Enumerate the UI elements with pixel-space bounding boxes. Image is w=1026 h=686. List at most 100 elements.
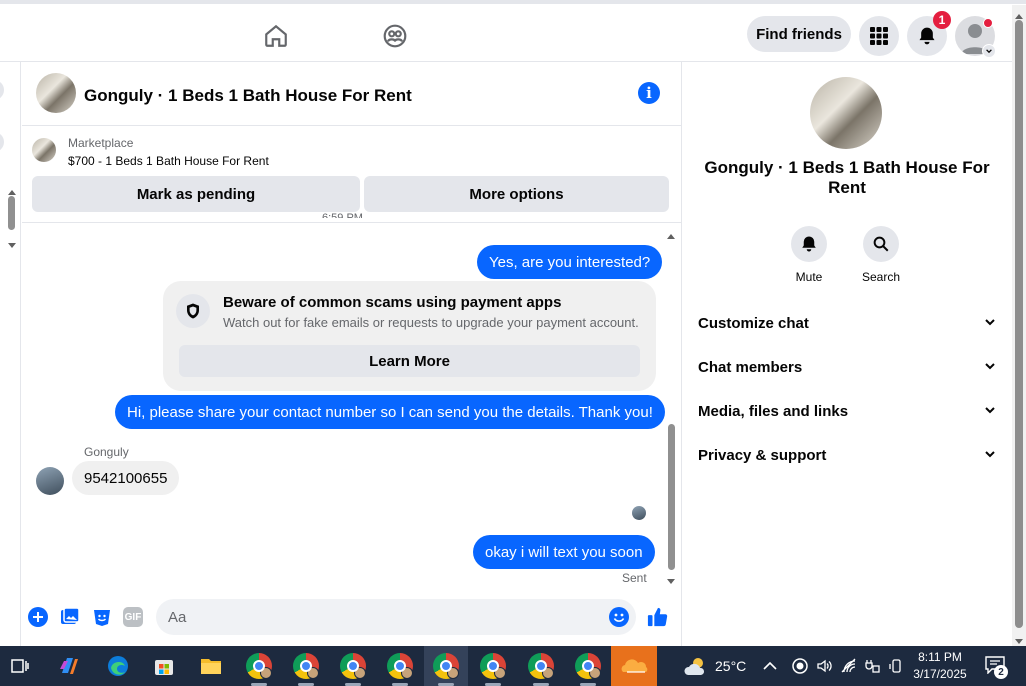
page-scrollbar-thumb[interactable] <box>1015 20 1023 628</box>
copilot-icon[interactable] <box>53 652 85 680</box>
listing-price-title[interactable]: $700 - 1 Beds 1 Bath House For Rent <box>68 154 269 168</box>
mark-as-pending-button[interactable]: Mark as pending <box>32 176 360 212</box>
store-icon[interactable] <box>148 652 180 680</box>
sender-avatar[interactable] <box>36 467 64 495</box>
search-icon <box>863 226 899 262</box>
message-input[interactable] <box>156 599 636 635</box>
chat-header: Gonguly · 1 Beds 1 Bath House For Rent i <box>22 62 682 126</box>
sender-name: Gonguly <box>84 445 129 459</box>
chrome-icon[interactable] <box>477 652 509 680</box>
chevron-up-icon[interactable] <box>760 652 780 680</box>
chrome-icon[interactable] <box>243 652 275 680</box>
scam-warning-subtitle: Watch out for fake emails or requests to… <box>223 315 639 330</box>
scroll-up-arrow-icon[interactable] <box>8 184 16 195</box>
section-media-files-links[interactable]: Media, files and links <box>698 399 996 423</box>
divider <box>22 222 682 223</box>
read-receipt-avatar <box>632 506 646 520</box>
plus-circle-icon[interactable] <box>26 605 50 629</box>
weather-icon[interactable] <box>680 652 712 680</box>
task-view-icon[interactable] <box>4 652 36 680</box>
volume-icon[interactable] <box>814 652 834 680</box>
outgoing-message[interactable]: Hi, please share your contact number so … <box>115 395 665 429</box>
battery-plug-icon[interactable] <box>862 652 882 680</box>
section-label: Media, files and links <box>698 402 849 420</box>
scrollbar-thumb[interactable] <box>8 196 15 230</box>
chat-title[interactable]: Gonguly · 1 Beds 1 Bath House For Rent <box>84 86 412 106</box>
section-chat-members[interactable]: Chat members <box>698 355 996 379</box>
conversation-avatar[interactable] <box>0 132 4 152</box>
section-label: Customize chat <box>698 314 809 332</box>
chrome-icon[interactable] <box>430 652 462 680</box>
file-explorer-icon[interactable] <box>195 652 227 680</box>
info-icon[interactable]: i <box>638 82 660 104</box>
scam-warning-title: Beware of common scams using payment app… <box>223 294 562 311</box>
chrome-icon[interactable] <box>572 652 604 680</box>
system-clock[interactable]: 8:11 PM 3/17/2025 <box>908 649 972 683</box>
emoji-icon[interactable] <box>607 605 631 629</box>
gif-label: GIF <box>123 607 143 627</box>
section-privacy-support[interactable]: Privacy & support <box>698 443 996 467</box>
scroll-down-arrow-icon[interactable] <box>667 572 675 590</box>
profile-alert-dot <box>983 18 993 28</box>
bell-icon <box>791 226 827 262</box>
chevron-down-icon <box>984 447 996 464</box>
chrome-icon[interactable] <box>384 652 416 680</box>
chrome-icon[interactable] <box>525 652 557 680</box>
profile-name: Gonguly · 1 Beds 1 Bath House For Rent <box>704 158 990 197</box>
conversation-list-strip <box>0 62 21 646</box>
more-options-button[interactable]: More options <box>364 176 669 212</box>
marketplace-label: Marketplace <box>68 136 134 150</box>
listing-thumbnail[interactable] <box>36 73 76 113</box>
menu-grid-icon[interactable] <box>859 16 899 56</box>
conversation-avatar[interactable] <box>0 80 4 100</box>
chat-scrollbar-thumb[interactable] <box>668 424 675 570</box>
sticker-icon[interactable] <box>90 605 114 629</box>
app-window: Find friends 1 Gonguly · 1 Beds 1 Bath H… <box>0 0 1026 686</box>
record-icon[interactable] <box>790 652 810 680</box>
scroll-down-arrow-icon[interactable] <box>8 236 16 248</box>
friends-icon[interactable] <box>375 16 415 56</box>
thumbs-up-icon[interactable] <box>646 605 670 629</box>
notification-count-badge: 2 <box>994 665 1008 679</box>
chrome-icon[interactable] <box>337 652 369 680</box>
notification-badge: 1 <box>933 11 951 29</box>
chevron-down-icon <box>984 403 996 420</box>
message-status: Sent <box>622 571 647 585</box>
find-friends-button[interactable]: Find friends <box>747 16 851 52</box>
scam-warning-card: Beware of common scams using payment app… <box>163 281 656 391</box>
marketplace-thumbnail <box>32 138 56 162</box>
incoming-message[interactable]: 9542100655 <box>72 461 180 495</box>
gif-icon[interactable]: GIF <box>121 605 145 629</box>
scroll-up-arrow-icon[interactable] <box>667 228 675 246</box>
message-composer: GIF <box>22 594 682 646</box>
scroll-up-arrow-icon[interactable] <box>1015 8 1023 26</box>
temperature: 25°C <box>715 658 747 674</box>
timestamp: 6:59 PM <box>322 212 363 218</box>
search-label: Search <box>861 270 901 284</box>
cloudflare-icon[interactable] <box>611 646 657 686</box>
phone-link-icon[interactable] <box>886 652 906 680</box>
edge-icon[interactable] <box>102 652 134 680</box>
mute-button[interactable]: Mute <box>779 226 839 284</box>
listing-profile-photo[interactable] <box>810 77 882 149</box>
clock-date: 3/17/2025 <box>913 667 967 681</box>
windows-taskbar: 25°C 8:11 PM 3/17/2025 2 <box>0 646 1026 686</box>
photo-icon[interactable] <box>58 605 82 629</box>
chevron-down-icon <box>984 359 996 376</box>
section-label: Chat members <box>698 358 803 376</box>
section-customize-chat[interactable]: Customize chat <box>698 311 996 335</box>
chrome-icon[interactable] <box>290 652 322 680</box>
chat-panel: Gonguly · 1 Beds 1 Bath House For Rent i… <box>22 62 682 646</box>
home-icon[interactable] <box>256 16 296 56</box>
clock-time: 8:11 PM <box>918 650 962 664</box>
chevron-down-icon <box>984 315 996 332</box>
outgoing-message[interactable]: okay i will text you soon <box>473 535 655 569</box>
mute-label: Mute <box>795 270 823 284</box>
outgoing-message[interactable]: Yes, are you interested? <box>477 245 663 279</box>
search-button[interactable]: Search <box>851 226 911 284</box>
chat-details-panel: Gonguly · 1 Beds 1 Bath House For Rent M… <box>683 62 1012 646</box>
learn-more-button[interactable]: Learn More <box>179 345 640 377</box>
top-navigation: Find friends 1 <box>0 0 1026 62</box>
chevron-down-icon[interactable] <box>982 44 996 58</box>
network-icon[interactable] <box>839 652 859 680</box>
